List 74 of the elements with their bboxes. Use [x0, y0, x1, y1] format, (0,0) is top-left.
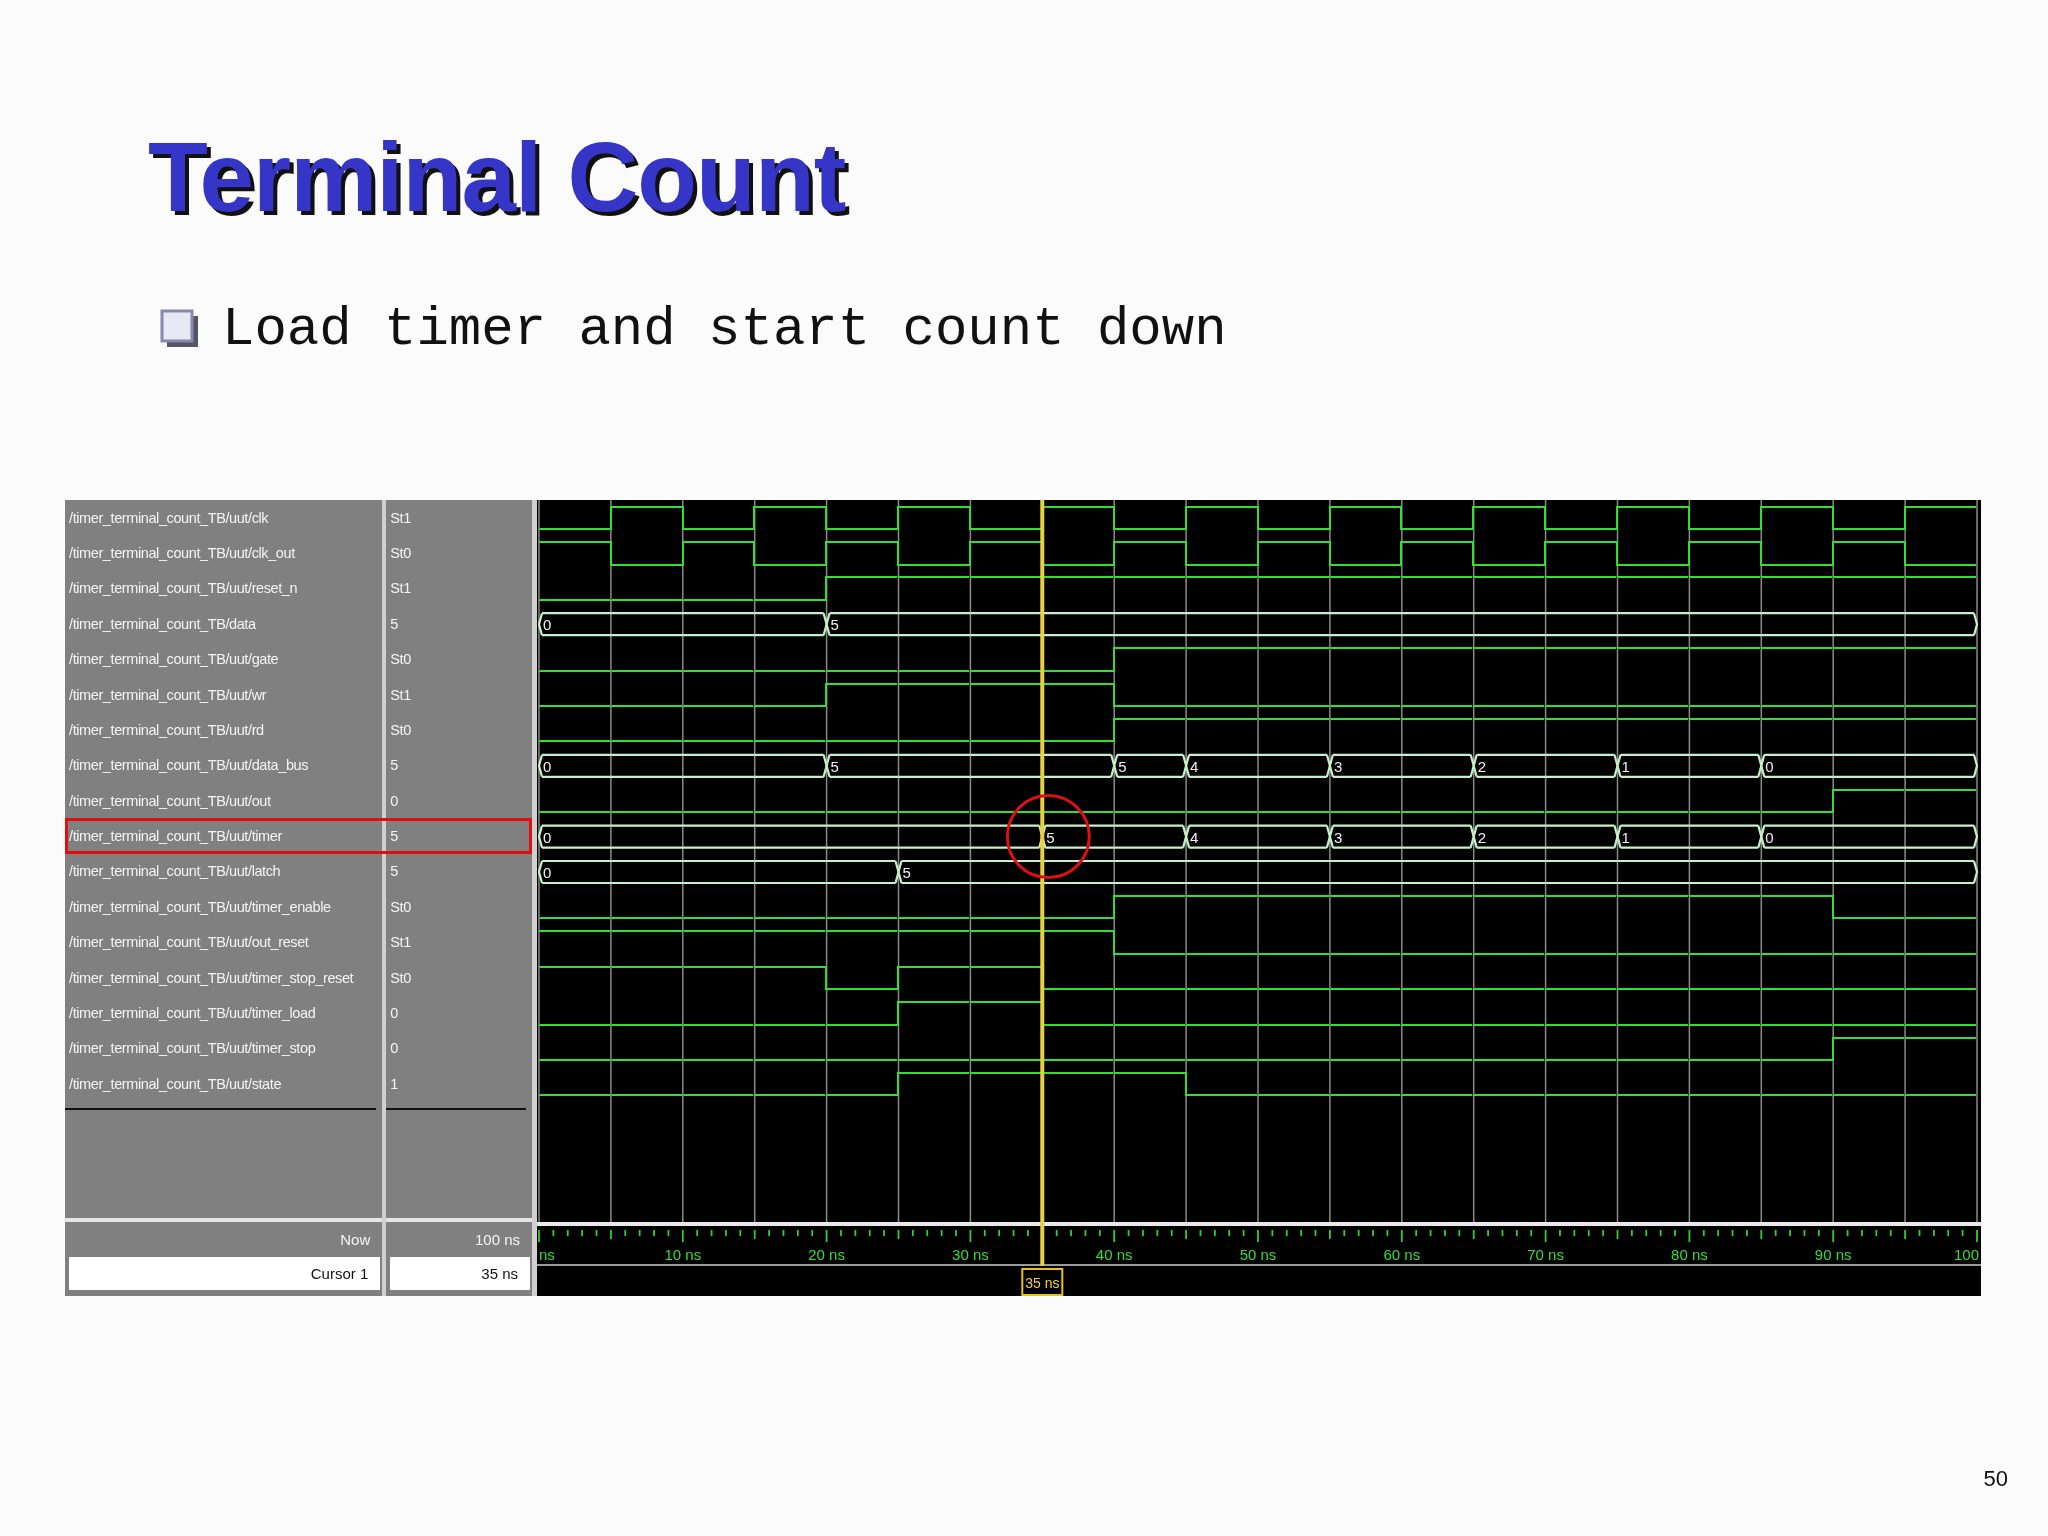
signal-value: St0 [389, 543, 412, 563]
now-label: Now [340, 1230, 371, 1248]
cursor-time-label: 35 ns [1021, 1267, 1064, 1296]
bus-value: 1 [1621, 828, 1630, 846]
signal-value: St1 [389, 579, 412, 599]
signal-name[interactable]: /timer_terminal_count_TB/uut/timer_enable [65, 889, 383, 925]
signal-name[interactable]: /timer_terminal_count_TB/uut/reset_n [65, 570, 383, 607]
signal-name[interactable]: /timer_terminal_count_TB/data [65, 606, 383, 642]
bus-value: 0 [1765, 828, 1774, 846]
signal-name[interactable]: /timer_terminal_count_TB/uut/clk [65, 499, 383, 536]
time-label: 60 ns [1383, 1245, 1421, 1263]
signal-value: St0 [389, 968, 412, 988]
signal-name[interactable]: /timer_terminal_count_TB/uut/rd [65, 712, 383, 748]
signal-value: 5 [389, 756, 399, 776]
slide-title: Terminal Count [148, 126, 846, 229]
signal-value: 0 [389, 1004, 399, 1024]
cursor-name-field[interactable]: Cursor 1 [69, 1256, 381, 1290]
bus-value: 2 [1477, 757, 1487, 775]
signal-value: St1 [389, 685, 412, 705]
signal-name[interactable]: /timer_terminal_count_TB/uut/timer_load [65, 995, 383, 1031]
bus-value: 5 [1118, 757, 1127, 775]
time-label: 50 ns [1239, 1245, 1277, 1263]
time-label: 10 ns [664, 1245, 702, 1263]
bus-value: 2 [1477, 828, 1487, 846]
time-label: 70 ns [1527, 1245, 1564, 1263]
bus-value: 3 [1333, 828, 1343, 846]
signal-value: St1 [389, 508, 412, 528]
bus-value: 0 [543, 863, 552, 881]
signal-name[interactable]: /timer_terminal_count_TB/uut/gate [65, 641, 383, 677]
signal-value: St0 [389, 720, 412, 740]
bus-value: 0 [543, 616, 552, 634]
cursor-line[interactable] [1040, 499, 1045, 1266]
signal-name[interactable]: /timer_terminal_count_TB/uut/wr [65, 676, 383, 713]
time-label: 80 ns [1671, 1245, 1708, 1263]
signal-name[interactable]: /timer_terminal_count_TB/uut/state [65, 1066, 383, 1102]
signal-value: 5 [382, 818, 532, 854]
signal-value: 5 [389, 614, 399, 634]
time-label: 20 ns [808, 1245, 845, 1263]
time-label: 40 ns [1095, 1245, 1133, 1263]
bus-value: 1 [1621, 757, 1630, 775]
signal-value: 1 [389, 1074, 399, 1094]
bus-value: 0 [543, 828, 552, 846]
signal-value: 0 [389, 1039, 399, 1059]
bus-value: 0 [543, 757, 552, 775]
bullet-square-icon [160, 309, 200, 350]
bus-value: 5 [902, 863, 911, 881]
signal-value: St1 [389, 933, 412, 953]
bus-value: 3 [1333, 757, 1343, 775]
bus-value: 4 [1190, 828, 1199, 846]
signal-name[interactable]: /timer_terminal_count_TB/uut/timer_stop [65, 1030, 383, 1067]
time-label: 30 ns [952, 1245, 989, 1263]
signal-name[interactable]: /timer_terminal_count_TB/uut/out [65, 783, 383, 819]
cursor-time-field[interactable]: 35 ns [390, 1256, 530, 1290]
page-number: 50 [1983, 1465, 2008, 1492]
bus-value: 0 [1765, 757, 1774, 775]
signal-name[interactable]: /timer_terminal_count_TB/uut/timer_stop_reset [65, 959, 383, 996]
bus-value: 5 [830, 757, 839, 775]
bus-value: 5 [1046, 828, 1055, 846]
signal-value: St0 [389, 897, 412, 917]
signal-name[interactable]: /timer_terminal_count_TB/uut/latch [65, 853, 383, 890]
bullet-text: Load timer and start count down [222, 298, 1227, 360]
signal-value: 5 [389, 862, 399, 882]
signal-name[interactable]: /timer_terminal_count_TB/uut/data_bus [65, 747, 383, 783]
time-label: ns [539, 1245, 555, 1263]
now-time: 100 ns [474, 1230, 520, 1248]
signal-name[interactable]: /timer_terminal_count_TB/uut/clk_out [65, 535, 383, 571]
signal-value: 0 [389, 791, 399, 811]
signal-value: St0 [389, 650, 412, 670]
bus-value: 5 [830, 616, 839, 634]
signal-name[interactable]: /timer_terminal_count_TB/uut/out_reset [65, 924, 383, 960]
time-label: 90 ns [1814, 1245, 1852, 1263]
time-label: 100 [1953, 1245, 1979, 1263]
signal-name[interactable]: /timer_terminal_count_TB/uut/timer [65, 818, 383, 854]
bus-value: 4 [1190, 757, 1199, 775]
